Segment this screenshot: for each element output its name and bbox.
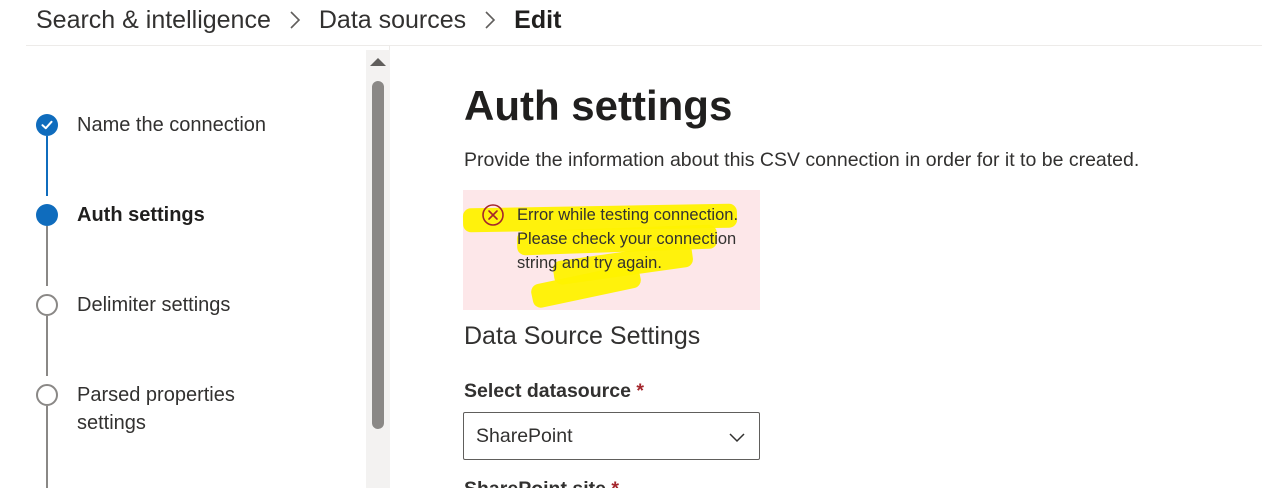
current-step-dot-icon (36, 204, 58, 226)
required-marker: * (611, 478, 619, 488)
main-content: Auth settings Provide the information ab… (462, 46, 1244, 488)
field-label-text: Select datasource (464, 380, 631, 402)
wizard-step-label: Delimiter settings (77, 294, 231, 316)
wizard-step-name-connection[interactable]: Name the connection (36, 114, 266, 139)
step-connector (46, 226, 48, 286)
page-description: Provide the information about this CSV c… (464, 149, 1140, 171)
chevron-down-icon (729, 433, 745, 443)
scroll-up-arrow-icon[interactable] (370, 58, 386, 66)
select-datasource-label: Select datasource * (464, 380, 644, 403)
wizard-step-delimiter-settings[interactable]: Delimiter settings (36, 294, 230, 319)
breadcrumb-current: Edit (514, 5, 562, 34)
section-heading: Data Source Settings (464, 322, 701, 350)
step-connector (46, 316, 48, 376)
checkmark-icon (36, 114, 58, 136)
dropdown-selected-value: SharePoint (476, 425, 573, 447)
breadcrumb-data-sources[interactable]: Data sources (319, 6, 466, 35)
chevron-right-icon (466, 10, 514, 30)
datasource-dropdown[interactable]: SharePoint (463, 412, 760, 460)
wizard-step-label: Name the connection (77, 114, 267, 136)
breadcrumb-search-intelligence[interactable]: Search & intelligence (36, 6, 271, 35)
pending-step-circle-icon (36, 384, 58, 406)
wizard-step-auth-settings[interactable]: Auth settings (36, 204, 205, 229)
scrollbar[interactable] (366, 50, 390, 488)
sharepoint-site-label: SharePoint site * (464, 478, 619, 488)
step-connector-done (46, 136, 48, 196)
wizard-step-parsed-properties[interactable]: Parsed properties settings (36, 384, 257, 437)
page-title: Auth settings (464, 82, 733, 129)
chevron-right-icon (271, 10, 319, 30)
breadcrumb: Search & intelligence Data sources Edit (36, 0, 561, 40)
scrollbar-thumb[interactable] (372, 81, 384, 429)
pending-step-circle-icon (36, 294, 58, 316)
error-message-bar: Error while testing connection. Please c… (462, 190, 760, 310)
error-circle-icon (482, 204, 504, 226)
wizard-step-label: Auth settings (77, 204, 205, 226)
wizard-step-label: Parsed properties settings (77, 384, 235, 434)
error-message-text: Error while testing connection. Please c… (517, 206, 739, 272)
edit-connection-page: Search & intelligence Data sources Edit … (0, 0, 1262, 488)
required-marker: * (636, 380, 644, 402)
field-label-text: SharePoint site (464, 478, 606, 488)
